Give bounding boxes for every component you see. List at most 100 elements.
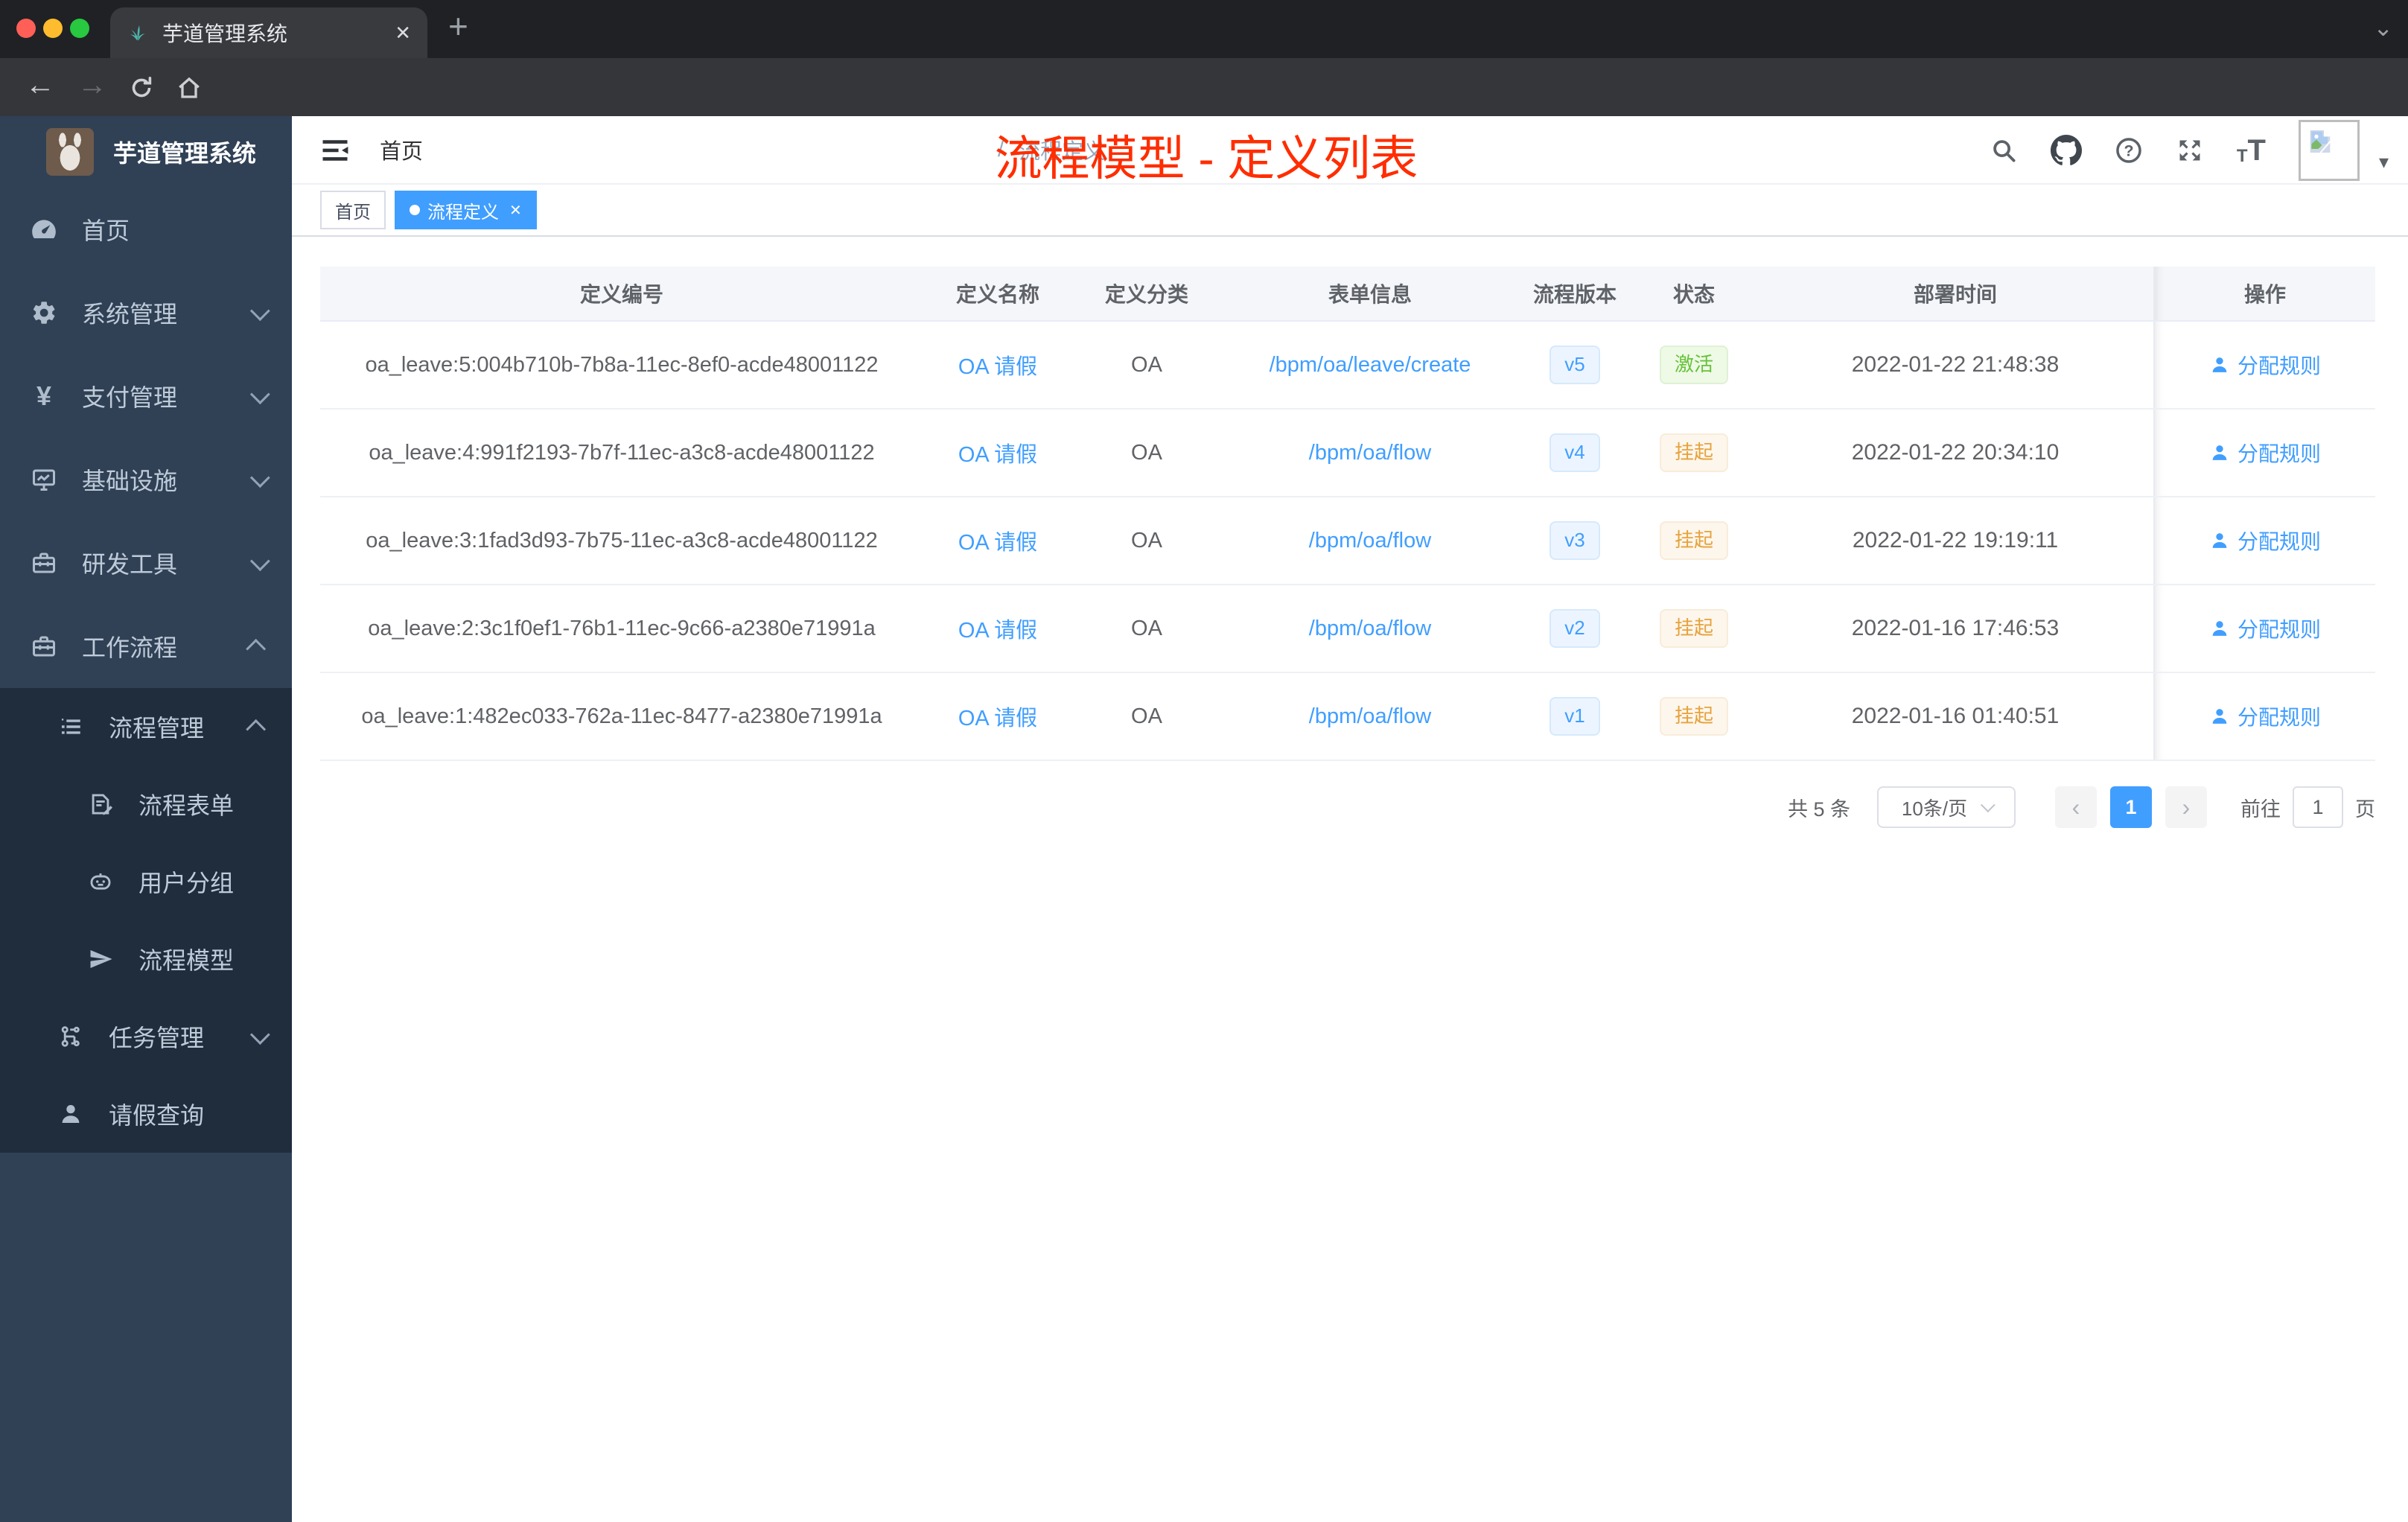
gear-icon xyxy=(30,299,58,327)
back-icon[interactable]: ← xyxy=(25,69,55,102)
goto-page-input[interactable] xyxy=(2293,786,2343,828)
person-icon xyxy=(2212,621,2227,636)
definition-name-link[interactable]: OA 请假 xyxy=(958,525,1037,556)
next-page-button[interactable]: › xyxy=(2165,786,2207,828)
sidebar-item-label: 基础设施 xyxy=(82,468,178,494)
status-badge: 挂起 xyxy=(1659,697,1728,736)
definition-category: OA xyxy=(1131,616,1162,640)
form-link[interactable]: /bpm/oa/flow xyxy=(1309,617,1431,641)
github-icon[interactable] xyxy=(2050,135,2082,166)
sidebar-item-leave-query[interactable]: 请假查询 xyxy=(0,1075,292,1153)
chevron-down-icon xyxy=(249,550,270,571)
sidebar-item-label: 任务管理 xyxy=(109,1025,205,1051)
col-header: 流程版本 xyxy=(1532,283,1617,306)
search-icon[interactable] xyxy=(1990,136,2018,165)
browser-tab[interactable]: 芋道管理系统 ✕ xyxy=(110,7,427,58)
version-badge: v1 xyxy=(1549,697,1600,736)
assign-rule-button[interactable]: 分配规则 xyxy=(2209,701,2321,731)
current-page-button[interactable]: 1 xyxy=(2110,786,2152,828)
status-badge: 激活 xyxy=(1659,346,1728,384)
assign-rule-label: 分配规则 xyxy=(2237,618,2321,641)
paper-plane-icon xyxy=(86,945,115,973)
fullscreen-icon[interactable] xyxy=(2176,136,2204,165)
prev-page-button[interactable]: ‹ xyxy=(2055,786,2097,828)
page-size-select[interactable]: 10条/页 xyxy=(1877,786,2016,828)
col-header: 定义编号 xyxy=(579,283,663,306)
definition-name-link[interactable]: OA 请假 xyxy=(958,613,1037,644)
sidebar-item-label: 首页 xyxy=(82,217,130,244)
tag-process-definition[interactable]: 流程定义 ✕ xyxy=(395,191,537,229)
robot-face-icon xyxy=(86,867,115,896)
sidebar-item-user-group[interactable]: 用户分组 xyxy=(0,843,292,920)
active-dot xyxy=(410,205,420,215)
assign-rule-label: 分配规则 xyxy=(2237,706,2321,729)
sidebar-item-label: 流程表单 xyxy=(138,792,235,819)
definition-category: OA xyxy=(1131,704,1162,728)
red-annotation-text: 流程模型 - 定义列表 xyxy=(994,132,1418,185)
sidebar-item-infra[interactable]: 基础设施 xyxy=(0,438,292,521)
tag-close-icon[interactable]: ✕ xyxy=(509,201,522,220)
definition-name-link[interactable]: OA 请假 xyxy=(958,701,1037,732)
help-icon[interactable]: ? xyxy=(2115,136,2143,165)
broken-image-icon xyxy=(2310,130,2331,153)
sidebar-item-payment[interactable]: ¥ 支付管理 xyxy=(0,354,292,438)
home-icon[interactable] xyxy=(176,74,203,101)
sidebar-item-system[interactable]: 系统管理 xyxy=(0,271,292,354)
font-size-icon[interactable]: TT xyxy=(2237,136,2266,165)
tag-home[interactable]: 首页 xyxy=(320,191,386,229)
mac-zoom-button[interactable] xyxy=(70,19,89,38)
form-link[interactable]: /bpm/oa/flow xyxy=(1309,441,1431,465)
definition-name-link[interactable]: OA 请假 xyxy=(958,349,1037,380)
definition-category: OA xyxy=(1131,528,1162,553)
mac-minimize-button[interactable] xyxy=(43,19,63,38)
sidebar-item-task-mgmt[interactable]: 任务管理 xyxy=(0,998,292,1075)
tree-icon xyxy=(57,1022,85,1051)
person-icon xyxy=(2212,709,2227,724)
toolbox-icon xyxy=(30,549,58,577)
sidebar-item-process-model[interactable]: 流程模型 xyxy=(0,920,292,998)
monitor-icon xyxy=(30,465,58,494)
assign-rule-button[interactable]: 分配规则 xyxy=(2209,526,2321,555)
forward-icon[interactable]: → xyxy=(77,69,107,102)
form-link[interactable]: /bpm/oa/flow xyxy=(1309,529,1431,553)
mac-close-button[interactable] xyxy=(16,19,36,38)
version-badge: v2 xyxy=(1549,609,1600,648)
assign-rule-label: 分配规则 xyxy=(2237,530,2321,553)
table-row: oa_leave:2:3c1f0ef1-76b1-11ec-9c66-a2380… xyxy=(320,585,2375,673)
assign-rule-button[interactable]: 分配规则 xyxy=(2209,438,2321,468)
form-link[interactable]: /bpm/oa/leave/create xyxy=(1270,353,1471,378)
avatar-caret-icon[interactable]: ▾ xyxy=(2379,150,2389,173)
sidebar-logo[interactable]: 芋道管理系统 xyxy=(0,116,292,188)
avatar[interactable] xyxy=(2298,120,2360,181)
assign-rule-button[interactable]: 分配规则 xyxy=(2209,614,2321,643)
goto-label: 前往 xyxy=(2240,797,2281,821)
sidebar-item-label: 流程模型 xyxy=(138,947,235,974)
sidebar-item-home[interactable]: 首页 xyxy=(0,188,292,271)
assign-rule-label: 分配规则 xyxy=(2237,442,2321,465)
sidebar-item-label: 请假查询 xyxy=(109,1102,205,1129)
toolbox-icon xyxy=(30,632,58,660)
form-link[interactable]: /bpm/oa/flow xyxy=(1309,704,1431,729)
pagination: 共 5 条 10条/页 ‹ 1 › 前往 页 xyxy=(1788,785,2375,830)
definition-table: 定义编号 定义名称 定义分类 表单信息 流程版本 状态 部署时间 操作 oa_l… xyxy=(320,267,2375,761)
sidebar-item-process-mgmt[interactable]: 流程管理 xyxy=(0,688,292,765)
chevron-down-icon xyxy=(249,467,270,488)
tab-search-icon[interactable]: ⌄ xyxy=(2373,13,2393,42)
tags-view-bar: 首页 流程定义 ✕ xyxy=(292,185,2408,237)
table-row: oa_leave:3:1fad3d93-7b75-11ec-a3c8-acde4… xyxy=(320,497,2375,585)
reload-icon[interactable] xyxy=(128,74,155,101)
sidebar-item-process-form[interactable]: 流程表单 xyxy=(0,765,292,843)
breadcrumb-home[interactable]: 首页 xyxy=(380,134,983,165)
table-row: oa_leave:4:991f2193-7b7f-11ec-a3c8-acde4… xyxy=(320,410,2375,497)
person-icon xyxy=(57,1100,85,1128)
tag-label: 首页 xyxy=(335,202,371,223)
sidebar-collapse-icon[interactable] xyxy=(319,134,351,167)
page-size-value: 10条/页 xyxy=(1901,797,1968,820)
new-tab-button[interactable]: + xyxy=(448,6,468,46)
assign-rule-button[interactable]: 分配规则 xyxy=(2209,350,2321,380)
sidebar-item-devtools[interactable]: 研发工具 xyxy=(0,521,292,605)
col-header: 表单信息 xyxy=(1328,283,1412,306)
sidebar-item-workflow[interactable]: 工作流程 xyxy=(0,605,292,688)
tab-close-icon[interactable]: ✕ xyxy=(395,22,411,45)
definition-name-link[interactable]: OA 请假 xyxy=(958,437,1037,468)
